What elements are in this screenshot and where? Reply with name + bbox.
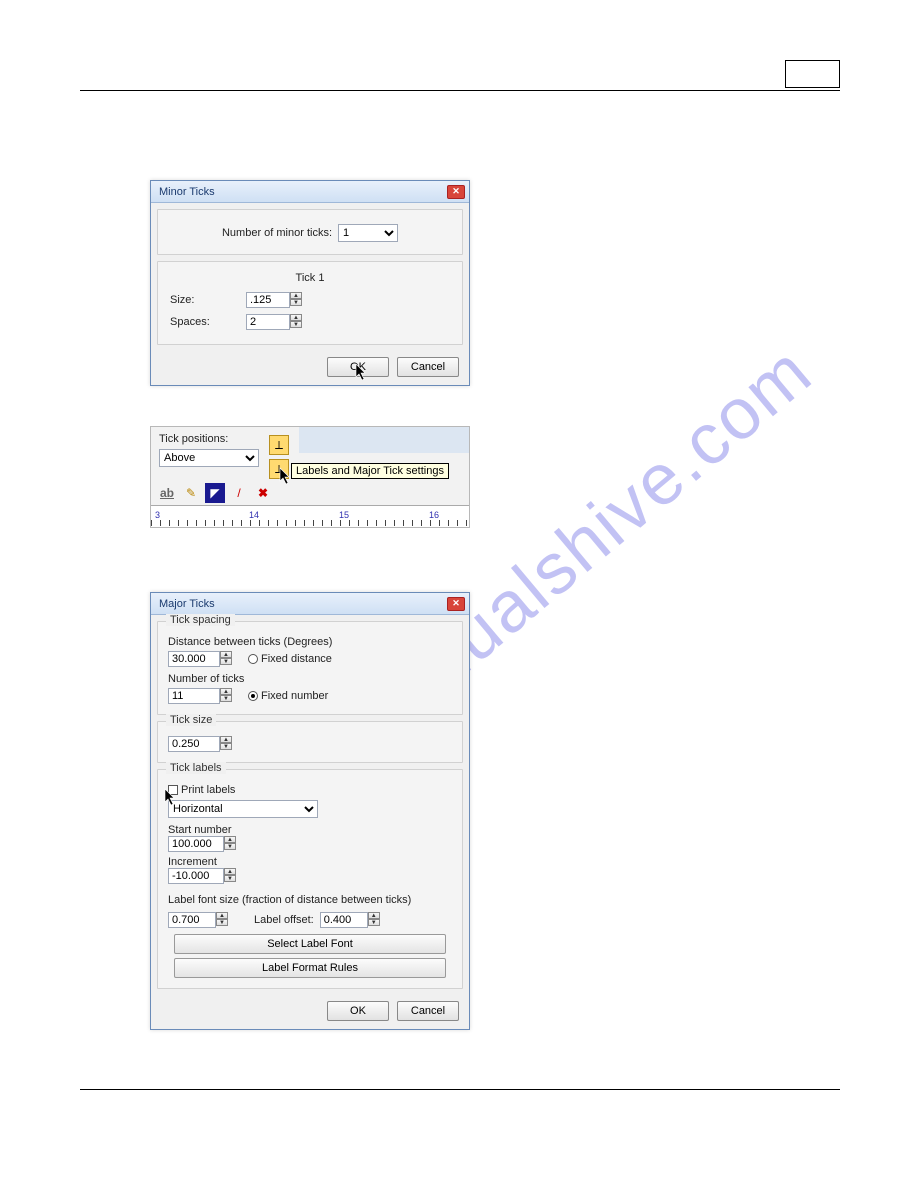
start-number-input[interactable] bbox=[168, 836, 224, 852]
label-offset-spinner[interactable]: ▲▼ bbox=[368, 912, 380, 928]
font-fraction-input[interactable] bbox=[168, 912, 216, 928]
size-input[interactable] bbox=[246, 292, 290, 308]
minor-count-panel: Number of minor ticks: 1 bbox=[157, 209, 463, 255]
major-tick-tooltip: Labels and Major Tick settings bbox=[291, 463, 449, 479]
size-spinner[interactable]: ▲▼ bbox=[290, 292, 302, 308]
start-number-label: Start number bbox=[168, 824, 452, 836]
font-fraction-label: Label font size (fraction of distance be… bbox=[168, 894, 452, 906]
print-labels-checkbox[interactable]: Print labels bbox=[168, 784, 235, 796]
cancel-button[interactable]: Cancel bbox=[397, 1001, 459, 1021]
minor-button-row: OK Cancel bbox=[151, 351, 469, 385]
delete-tool-icon[interactable]: ✖ bbox=[253, 483, 273, 503]
label-offset-label: Label offset: bbox=[254, 914, 314, 926]
distance-input[interactable] bbox=[168, 651, 220, 667]
tick-positions-select[interactable]: Above bbox=[159, 449, 259, 467]
header-rule bbox=[80, 90, 840, 91]
fill-tool-icon[interactable]: ◤ bbox=[205, 483, 225, 503]
num-minor-ticks-label: Number of minor ticks: bbox=[222, 227, 332, 239]
tick1-heading: Tick 1 bbox=[170, 272, 450, 284]
ticksize-input[interactable] bbox=[168, 736, 220, 752]
spaces-spinner[interactable]: ▲▼ bbox=[290, 314, 302, 330]
spaces-input[interactable] bbox=[246, 314, 290, 330]
page-frame: manualshive.com Minor Ticks ✕ Number of … bbox=[80, 60, 840, 1100]
numticks-spinner[interactable]: ▲▼ bbox=[220, 688, 232, 704]
tick1-panel: Tick 1 Size: ▲▼ Spaces: ▲▼ bbox=[157, 261, 463, 345]
start-number-spinner[interactable]: ▲▼ bbox=[224, 836, 236, 852]
increment-spinner[interactable]: ▲▼ bbox=[224, 868, 236, 884]
increment-label: Increment bbox=[168, 856, 452, 868]
footer-rule bbox=[80, 1089, 840, 1090]
major-ticks-dialog: Major Ticks ✕ Tick spacing Distance betw… bbox=[150, 592, 470, 1030]
text-tool-icon[interactable]: ab bbox=[157, 483, 177, 503]
numticks-label: Number of ticks bbox=[168, 673, 452, 685]
distance-spinner[interactable]: ▲▼ bbox=[220, 651, 232, 667]
num-minor-ticks-select[interactable]: 1 bbox=[338, 224, 398, 242]
select-label-font-button[interactable]: Select Label Font bbox=[174, 934, 446, 954]
tick-labels-title: Tick labels bbox=[166, 762, 226, 774]
annotate-tool-icon[interactable]: ✎ bbox=[181, 483, 201, 503]
tick-size-title: Tick size bbox=[166, 714, 216, 726]
label-format-rules-button[interactable]: Label Format Rules bbox=[174, 958, 446, 978]
tick-size-panel: Tick size ▲▼ bbox=[157, 721, 463, 763]
tick-positions-label: Tick positions: bbox=[159, 433, 259, 445]
distance-label: Distance between ticks (Degrees) bbox=[168, 636, 452, 648]
tick-spacing-title: Tick spacing bbox=[166, 614, 235, 626]
font-fraction-spinner[interactable]: ▲▼ bbox=[216, 912, 228, 928]
major-ticks-titlebar[interactable]: Major Ticks ✕ bbox=[151, 593, 469, 615]
tick-labels-panel: Tick labels Print labels Horizontal Star… bbox=[157, 769, 463, 989]
close-icon[interactable]: ✕ bbox=[447, 597, 465, 611]
minor-ticks-dialog: Minor Ticks ✕ Number of minor ticks: 1 T… bbox=[150, 180, 470, 386]
numticks-input[interactable] bbox=[168, 688, 220, 704]
close-icon[interactable]: ✕ bbox=[447, 185, 465, 199]
ruler-mark: 14 bbox=[249, 510, 259, 520]
tick-pos-column: Tick positions: Above bbox=[159, 433, 259, 467]
ticksize-spinner[interactable]: ▲▼ bbox=[220, 736, 232, 752]
line-tool-icon[interactable]: / bbox=[229, 483, 249, 503]
spaces-label: Spaces: bbox=[170, 316, 240, 328]
orientation-select[interactable]: Horizontal bbox=[168, 800, 318, 818]
ruler-mark: 15 bbox=[339, 510, 349, 520]
minor-ticks-title: Minor Ticks bbox=[159, 186, 215, 198]
ruler-mark: 3 bbox=[155, 510, 160, 520]
size-label: Size: bbox=[170, 294, 240, 306]
minor-ticks-titlebar[interactable]: Minor Ticks ✕ bbox=[151, 181, 469, 203]
increment-input[interactable] bbox=[168, 868, 224, 884]
header-box bbox=[785, 60, 840, 88]
ruler-mark: 16 bbox=[429, 510, 439, 520]
fixed-distance-radio[interactable]: Fixed distance bbox=[248, 653, 332, 665]
ok-button[interactable]: OK bbox=[327, 1001, 389, 1021]
ruler: 3 14 15 16 bbox=[151, 505, 469, 527]
major-ticks-title: Major Ticks bbox=[159, 598, 215, 610]
minor-tick-icon[interactable]: ⟂ bbox=[269, 435, 289, 455]
tick-positions-snippet: Tick positions: Above ⟂ ⟂ Labels and Maj… bbox=[150, 426, 470, 528]
fixed-number-radio[interactable]: Fixed number bbox=[248, 690, 328, 702]
cancel-button[interactable]: Cancel bbox=[397, 357, 459, 377]
tick-spacing-panel: Tick spacing Distance between ticks (Deg… bbox=[157, 621, 463, 715]
ruler-ticks bbox=[151, 520, 469, 526]
major-button-row: OK Cancel bbox=[151, 995, 469, 1029]
canvas-preview bbox=[299, 427, 469, 453]
label-offset-input[interactable] bbox=[320, 912, 368, 928]
